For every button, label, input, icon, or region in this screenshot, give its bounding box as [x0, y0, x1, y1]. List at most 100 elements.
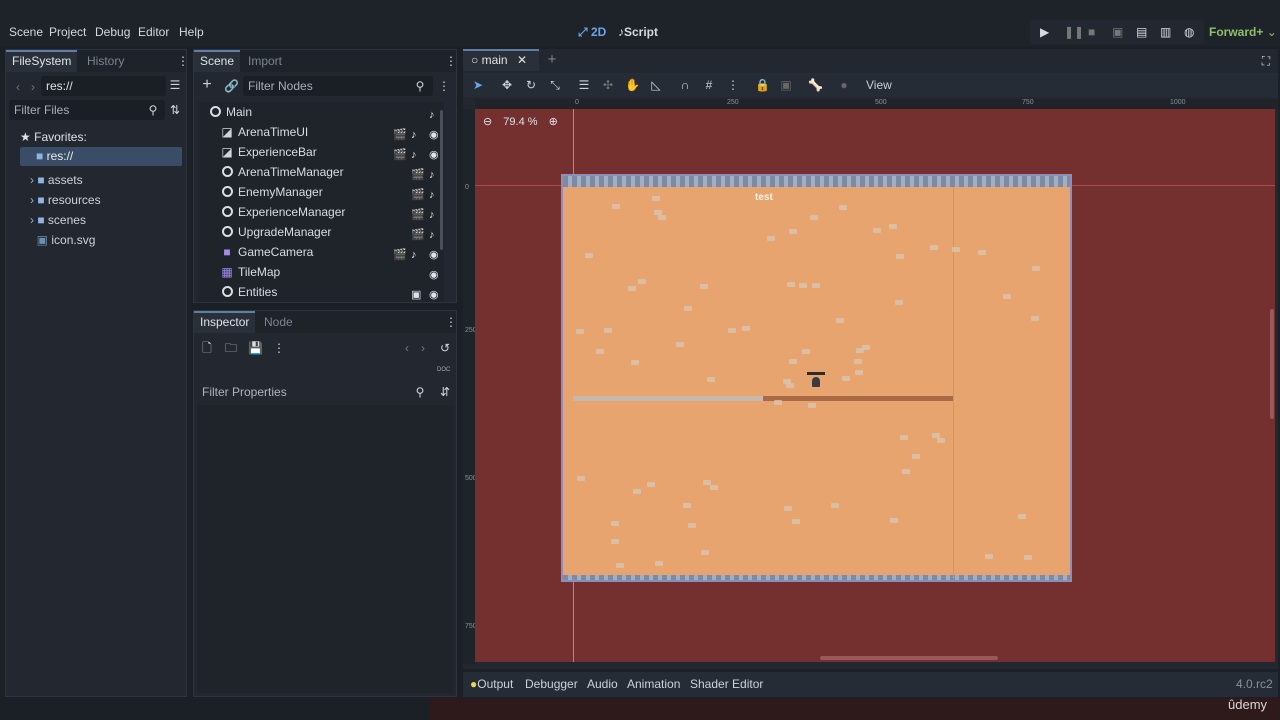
filesystem-tabbar: FileSystem History ⋮ — [6, 50, 189, 72]
scene-menu-icon[interactable]: ⋮ — [437, 79, 451, 93]
select-tool-icon[interactable]: ➤ — [471, 78, 485, 92]
resource-menu-icon[interactable]: ⋮ — [272, 341, 286, 355]
smart-snap-icon[interactable]: ∩ — [678, 78, 692, 92]
zoom-in-icon[interactable]: ⊕ — [549, 116, 558, 128]
play-custom-scene-icon[interactable]: ▥ — [1160, 25, 1171, 39]
tree-node-entities[interactable]: Entities ▣ ◉ — [198, 282, 444, 302]
path-field[interactable]: res:// — [41, 76, 166, 96]
forward-icon[interactable]: › — [26, 80, 40, 94]
filter-nodes-input[interactable]: Filter Nodes — [243, 76, 433, 96]
visibility-icon[interactable]: ◉ — [429, 285, 439, 305]
tree-item-assets[interactable]: › ■ assets — [30, 170, 101, 190]
workspace-script-button[interactable]: ♪Script — [618, 25, 658, 39]
run-controls: ▶ ❚❚ ■ ▣ ▤ ▥ ◍ — [1030, 20, 1204, 44]
view-menu[interactable]: View — [866, 78, 892, 92]
lock-icon[interactable]: 🔒 — [755, 78, 770, 92]
tab-inspector[interactable]: Inspector — [194, 311, 256, 333]
sand-decoration — [687, 523, 696, 529]
pivot-tool-icon[interactable]: ✣ — [601, 78, 615, 92]
history-forward-icon[interactable]: › — [416, 341, 430, 355]
canvas-viewport[interactable]: test — [475, 109, 1275, 662]
scene-tab-main[interactable]: ○ main ✕ — [463, 49, 539, 71]
play-scene-icon[interactable]: ▤ — [1136, 25, 1147, 39]
tree-node-experiencemanager[interactable]: ExperienceManager 🎬 ♪ — [198, 202, 444, 222]
tab-import[interactable]: Import — [242, 50, 288, 72]
open-docs-button[interactable]: DOC — [437, 367, 450, 373]
camera-override-icon[interactable]: ● — [837, 78, 851, 92]
sand-decoration — [702, 479, 711, 485]
tree-node-gamecamera[interactable]: ■ GameCamera 🎬 ♪ ◉ — [198, 242, 444, 262]
play-icon[interactable]: ▶ — [1040, 25, 1049, 39]
tree-item-resources[interactable]: › ■ resources — [30, 190, 101, 210]
new-resource-icon[interactable]: 🗋 — [200, 341, 214, 355]
dock-menu-icon[interactable]: ⋮ — [176, 54, 190, 68]
add-node-icon[interactable]: + — [200, 77, 214, 93]
folder-icon: › ■ — [30, 213, 45, 227]
pan-tool-icon[interactable]: ✋ — [625, 78, 640, 92]
tab-scene[interactable]: Scene — [194, 50, 241, 72]
rotate-tool-icon[interactable]: ↻ — [524, 78, 538, 92]
move-tool-icon[interactable]: ✥ — [500, 78, 514, 92]
tree-node-main[interactable]: Main ♪ — [198, 102, 444, 122]
viewport-h-scrollbar[interactable] — [820, 656, 998, 660]
pause-icon[interactable]: ❚❚ — [1064, 25, 1084, 39]
tab-history[interactable]: History — [81, 50, 130, 72]
grid-snap-icon[interactable]: # — [702, 78, 716, 92]
group-selected-icon[interactable]: ▣ — [411, 285, 421, 305]
scene-tree-scrollbar[interactable] — [440, 110, 443, 250]
add-scene-tab-icon[interactable]: + — [545, 52, 559, 67]
tab-filesystem[interactable]: FileSystem — [6, 50, 78, 72]
audio-tab[interactable]: Audio — [587, 672, 618, 697]
renderer-select[interactable]: Forward+ ⌄ — [1209, 25, 1277, 39]
skeleton-icon[interactable]: 🦴 — [808, 78, 823, 92]
tree-node-tilemap[interactable]: ▦ TileMap ◉ — [198, 262, 444, 282]
instance-scene-icon[interactable]: 🔗 — [224, 79, 239, 93]
property-sort-icon[interactable]: ⇵ — [438, 385, 452, 399]
workspace-2d-button[interactable]: ⤢ 2D — [578, 25, 606, 40]
scale-tool-icon[interactable]: ⤡ — [548, 78, 562, 92]
tree-item-icon-svg[interactable]: ▣ icon.svg — [30, 230, 101, 250]
ruler-tool-icon[interactable]: ◺ — [649, 78, 663, 92]
filter-properties-input[interactable]: Filter Properties — [197, 382, 433, 402]
back-icon[interactable]: ‹ — [11, 80, 25, 94]
viewport-v-scrollbar[interactable] — [1270, 309, 1274, 419]
distraction-free-icon[interactable]: ⛶ — [1259, 54, 1273, 68]
tab-node[interactable]: Node — [258, 311, 299, 333]
dock-menu-icon[interactable]: ⋮ — [444, 315, 458, 329]
save-resource-icon[interactable]: 💾 — [248, 341, 263, 355]
control-icon: ◪ — [221, 125, 233, 139]
sort-icon[interactable]: ⇅ — [168, 103, 182, 117]
group-icon[interactable]: ▣ — [779, 78, 793, 92]
remote-debug-icon[interactable]: ▣ — [1112, 25, 1123, 39]
split-mode-icon[interactable]: ☰ — [168, 78, 182, 92]
node-label: EnemyManager — [238, 185, 323, 199]
filter-files-input[interactable]: Filter Files — [9, 100, 165, 120]
menu-scene[interactable]: Scene — [9, 25, 43, 39]
output-tab[interactable]: ●Output — [470, 672, 513, 697]
shader-editor-tab[interactable]: Shader Editor — [690, 672, 763, 697]
object-history-icon[interactable]: ↺ — [438, 341, 452, 355]
dock-menu-icon[interactable]: ⋮ — [444, 54, 458, 68]
tree-node-upgrademanager[interactable]: UpgradeManager 🎬 ♪ — [198, 222, 444, 242]
animation-tab[interactable]: Animation — [627, 672, 680, 697]
zoom-level[interactable]: 79.4 % — [503, 116, 537, 128]
tree-node-enemymanager[interactable]: EnemyManager 🎬 ♪ — [198, 182, 444, 202]
tree-node-arenatimeui[interactable]: ◪ ArenaTimeUI 🎬 ♪ ◉ — [198, 122, 444, 142]
debugger-tab[interactable]: Debugger — [525, 672, 578, 697]
history-back-icon[interactable]: ‹ — [400, 341, 414, 355]
snap-options-icon[interactable]: ⋮ — [726, 78, 740, 92]
menu-project[interactable]: Project — [49, 25, 86, 39]
menu-debug[interactable]: Debug — [95, 25, 130, 39]
zoom-out-icon[interactable]: ⊖ — [483, 116, 492, 128]
tree-item-res-root[interactable]: ■ res:// — [20, 147, 182, 166]
stop-icon[interactable]: ■ — [1088, 25, 1095, 39]
movie-maker-icon[interactable]: ◍ — [1184, 25, 1194, 39]
menu-editor[interactable]: Editor — [138, 25, 169, 39]
close-tab-icon[interactable]: ✕ — [517, 53, 527, 67]
tree-node-experiencebar[interactable]: ◪ ExperienceBar 🎬 ♪ ◉ — [198, 142, 444, 162]
menu-help[interactable]: Help — [179, 25, 204, 39]
list-select-icon[interactable]: ☰ — [577, 78, 591, 92]
tree-node-arenatimemanager[interactable]: ArenaTimeManager 🎬 ♪ — [198, 162, 444, 182]
tree-item-scenes[interactable]: › ■ scenes — [30, 210, 101, 230]
load-resource-icon[interactable]: 🗀 — [224, 341, 238, 355]
